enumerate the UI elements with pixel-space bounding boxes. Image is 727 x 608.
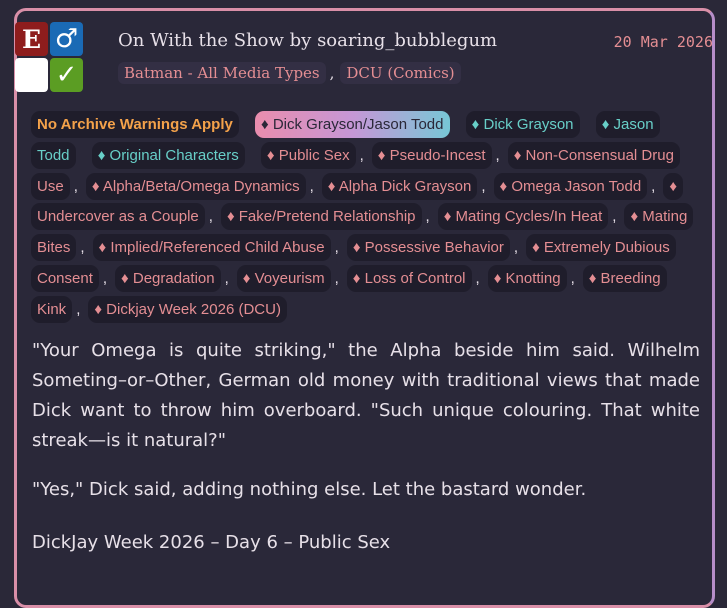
tag-warning[interactable]: No Archive Warnings Apply (31, 111, 239, 138)
tag-freeform[interactable]: ♦ Implied/Referenced Child Abuse (92, 234, 331, 262)
fandom-list: Batman - All Media Types , DCU (Comics) (118, 62, 461, 84)
tag-freeform[interactable]: ♦ Omega Jason Todd (493, 172, 648, 200)
tag-separator: , (334, 239, 339, 257)
tag-separator: , (80, 239, 85, 257)
summary: "Your Omega is quite striking," the Alph… (32, 336, 700, 524)
tag-character[interactable]: ♦ Dick Grayson (465, 111, 580, 138)
tag-separator (239, 116, 255, 133)
tag-freeform[interactable]: ♦ Pseudo-Incest (371, 141, 492, 169)
tag-separator (450, 116, 466, 133)
tag-freeform[interactable]: ♦ Knotting (487, 264, 567, 292)
tag-freeform[interactable]: ♦ Alpha Dick Grayson (321, 172, 478, 200)
tag-separator (76, 147, 92, 164)
tag-separator: , (475, 269, 480, 287)
tag-list: No Archive Warnings Apply ♦ Dick Grayson… (31, 110, 694, 326)
tag-freeform[interactable]: ♦ Loss of Control (346, 264, 472, 292)
tag-separator: , (513, 239, 519, 257)
tag-separator: , (612, 208, 617, 226)
tag-separator (245, 147, 261, 164)
fandom-link[interactable]: Batman - All Media Types (118, 62, 326, 84)
no-warnings-icon[interactable] (15, 58, 48, 92)
tag-freeform[interactable]: ♦ Public Sex (260, 141, 356, 169)
tag-separator: , (334, 269, 339, 287)
series-note: DickJay Week 2026 – Day 6 – Public Sex (32, 532, 391, 553)
published-date: 20 Mar 2026 (613, 33, 713, 51)
tag-separator: , (76, 300, 81, 318)
required-tags: E ♂ ✓ (15, 22, 83, 92)
summary-paragraph: "Yes," Dick said, adding nothing else. L… (32, 479, 587, 500)
tag-separator: , (208, 208, 213, 226)
tag-separator: , (359, 146, 364, 164)
tag-freeform[interactable]: ♦ Degradation (115, 264, 221, 292)
tag-character[interactable]: ♦ Original Characters (91, 141, 245, 169)
tag-separator: , (102, 269, 108, 287)
work-title[interactable]: On With the Show by soaring_bubblegum (118, 30, 497, 51)
tag-relationship[interactable]: ♦ Dick Grayson/Jason Todd (255, 111, 450, 138)
tag-freeform[interactable]: ♦ Possessive Behavior (346, 234, 510, 262)
tag-freeform[interactable]: ♦ Alpha/Beta/Omega Dynamics (85, 172, 306, 200)
tag-separator: , (309, 177, 314, 195)
complete-work-icon[interactable]: ✓ (50, 58, 83, 92)
tag-separator: , (224, 269, 229, 287)
tag-freeform[interactable]: ♦ Fake/Pretend Relationship (220, 203, 422, 231)
tag-freeform[interactable]: ♦ Mating Cycles/In Heat (437, 203, 609, 231)
tag-separator (580, 116, 596, 133)
tag-separator: , (73, 177, 78, 195)
category-mm-icon[interactable]: ♂ (50, 22, 83, 56)
tag-separator: , (481, 177, 486, 195)
fandom-link[interactable]: DCU (Comics) (340, 62, 461, 84)
rating-explicit-icon[interactable]: E (15, 22, 48, 56)
separator: , (329, 64, 335, 82)
tag-separator: , (570, 269, 575, 287)
tag-separator: , (425, 208, 430, 226)
tag-separator: , (651, 177, 656, 195)
tag-separator: , (495, 146, 500, 164)
summary-paragraph: "Your Omega is quite striking," the Alph… (32, 340, 700, 451)
tag-freeform[interactable]: ♦ Voyeurism (236, 264, 331, 292)
tag-freeform[interactable]: ♦ Dickjay Week 2026 (DCU) (88, 295, 287, 323)
